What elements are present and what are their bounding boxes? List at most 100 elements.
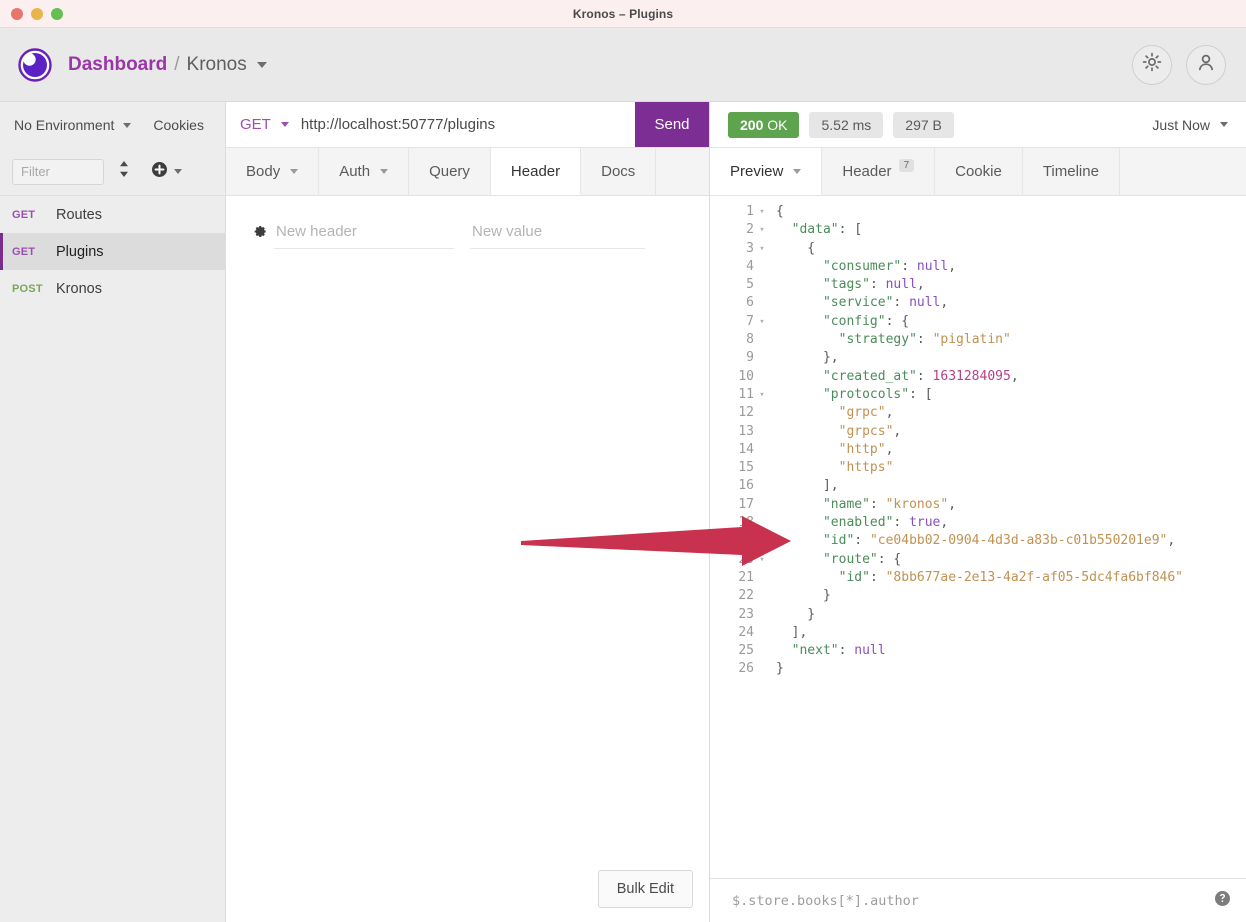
tab-timeline[interactable]: Timeline: [1023, 148, 1120, 195]
request-tabs: Body Auth Query Header Docs: [226, 148, 709, 196]
line-number: 19: [710, 532, 756, 550]
code-text: },: [768, 349, 839, 367]
request-list: GET Routes GET Plugins POST Kronos: [0, 196, 225, 922]
response-size-badge: 297 B: [893, 112, 954, 138]
tab-label: Query: [429, 163, 470, 180]
breadcrumb-dashboard[interactable]: Dashboard: [68, 54, 167, 76]
line-number: 23: [710, 606, 756, 624]
code-line: 18 "enabled": true,: [710, 514, 1246, 532]
tab-auth[interactable]: Auth: [319, 148, 409, 195]
request-item-plugins[interactable]: GET Plugins: [0, 233, 225, 270]
chevron-down-icon[interactable]: [257, 62, 267, 68]
brand-breadcrumb-group: Dashboard / Kronos: [18, 48, 267, 82]
code-line: 20▾ "route": {: [710, 551, 1246, 569]
request-name: Routes: [56, 207, 102, 223]
method-selector[interactable]: GET: [226, 102, 301, 147]
tab-docs[interactable]: Docs: [581, 148, 656, 195]
code-line: 13 "grpcs",: [710, 423, 1246, 441]
line-number: 2: [710, 221, 756, 239]
gear-icon: [252, 224, 267, 244]
code-line: 25 "next": null: [710, 642, 1246, 660]
code-line: 26}: [710, 660, 1246, 678]
code-text: "service": null,: [768, 294, 948, 312]
request-method: GET: [12, 246, 56, 258]
fold-toggle-icon[interactable]: ▾: [756, 221, 768, 239]
jsonpath-filter-input[interactable]: [732, 893, 1215, 909]
insomnia-logo-icon: [18, 48, 52, 82]
breadcrumb[interactable]: Dashboard / Kronos: [68, 54, 267, 76]
environment-row: No Environment Cookies: [0, 102, 225, 148]
header-actions: [1132, 45, 1226, 85]
header-value-input[interactable]: [470, 218, 645, 249]
account-button[interactable]: [1186, 45, 1226, 85]
request-item-routes[interactable]: GET Routes: [0, 196, 225, 233]
tab-label: Header: [842, 163, 891, 180]
request-pane: GET http://localhost:50777/plugins Send …: [226, 102, 710, 922]
code-line: 19 "id": "ce04bb02-0904-4d3d-a83b-c01b55…: [710, 532, 1246, 550]
tab-label: Docs: [601, 163, 635, 180]
tab-response-header[interactable]: Header 7: [822, 148, 935, 195]
sort-requests-button[interactable]: [104, 160, 144, 183]
code-line: 6 "service": null,: [710, 294, 1246, 312]
code-line: 14 "http",: [710, 441, 1246, 459]
line-number: 6: [710, 294, 756, 312]
fold-toggle-icon[interactable]: ▾: [756, 203, 768, 221]
add-request-button[interactable]: [144, 162, 190, 182]
account-icon: [1196, 52, 1216, 77]
code-line: 1▾{: [710, 203, 1246, 221]
insomnia-window: Kronos – Plugins Dashboard / Kronos: [0, 0, 1246, 922]
code-line: 11▾ "protocols": [: [710, 386, 1246, 404]
request-method: POST: [12, 283, 56, 295]
fold-toggle-icon[interactable]: ▾: [756, 240, 768, 258]
request-method: GET: [12, 209, 56, 221]
header-count-badge: 7: [899, 159, 915, 172]
line-number: 8: [710, 331, 756, 349]
line-number: 4: [710, 258, 756, 276]
bulk-edit-button[interactable]: Bulk Edit: [598, 870, 693, 908]
code-text: ],: [768, 477, 839, 495]
json-code: 1▾{2▾ "data": [3▾ {4 "consumer": null,5 …: [710, 203, 1246, 679]
line-number: 15: [710, 459, 756, 477]
tab-label: Preview: [730, 163, 783, 180]
url-input[interactable]: http://localhost:50777/plugins: [301, 102, 635, 147]
line-number: 24: [710, 624, 756, 642]
chevron-down-icon: [380, 169, 388, 174]
app-body: No Environment Cookies: [0, 102, 1246, 922]
environment-selector[interactable]: No Environment: [14, 117, 131, 133]
cookies-button[interactable]: Cookies: [153, 117, 204, 133]
response-body-viewer[interactable]: 1▾{2▾ "data": [3▾ {4 "consumer": null,5 …: [710, 196, 1246, 878]
breadcrumb-workspace[interactable]: Kronos: [187, 54, 247, 76]
code-line: 3▾ {: [710, 240, 1246, 258]
tab-cookie[interactable]: Cookie: [935, 148, 1023, 195]
header-settings-button[interactable]: [244, 224, 274, 244]
chevron-down-icon: [174, 169, 182, 174]
response-history-selector[interactable]: Just Now: [1152, 117, 1228, 133]
fold-toggle-icon[interactable]: ▾: [756, 551, 768, 569]
code-text: "id": "8bb677ae-2e13-4a2f-af05-5dc4fa6bf…: [768, 569, 1183, 587]
sidebar-filter-row: [0, 148, 225, 196]
chevron-down-icon: [123, 123, 131, 128]
tab-header[interactable]: Header: [491, 148, 581, 195]
code-line: 15 "https": [710, 459, 1246, 477]
window-titlebar: Kronos – Plugins: [0, 0, 1246, 28]
help-button[interactable]: [1215, 891, 1230, 911]
code-text: "tags": null,: [768, 276, 925, 294]
request-header-editor: Bulk Edit: [226, 196, 709, 922]
chevron-down-icon: [793, 169, 801, 174]
header-name-input[interactable]: [274, 218, 454, 249]
tab-body[interactable]: Body: [226, 148, 319, 195]
fold-toggle-icon[interactable]: ▾: [756, 313, 768, 331]
sidebar-filter-input[interactable]: [12, 159, 104, 185]
send-button[interactable]: Send: [635, 102, 709, 147]
window-title: Kronos – Plugins: [0, 7, 1246, 21]
code-line: 8 "strategy": "piglatin": [710, 331, 1246, 349]
tab-preview[interactable]: Preview: [710, 148, 822, 195]
code-line: 17 "name": "kronos",: [710, 496, 1246, 514]
gear-icon: [1142, 52, 1162, 77]
fold-toggle-icon[interactable]: ▾: [756, 386, 768, 404]
code-line: 16 ],: [710, 477, 1246, 495]
settings-button[interactable]: [1132, 45, 1172, 85]
request-item-kronos[interactable]: POST Kronos: [0, 270, 225, 307]
tab-query[interactable]: Query: [409, 148, 491, 195]
line-number: 11: [710, 386, 756, 404]
